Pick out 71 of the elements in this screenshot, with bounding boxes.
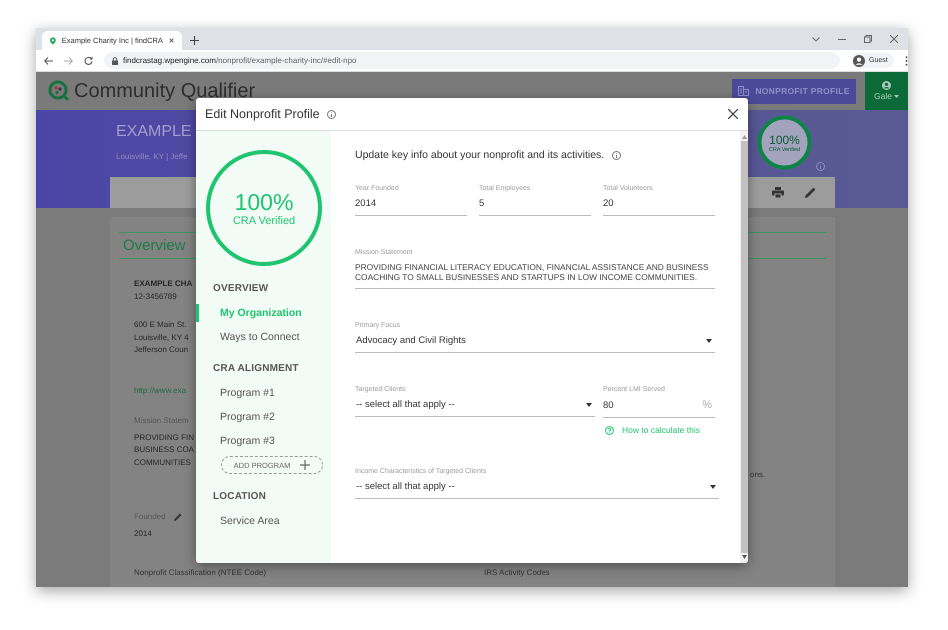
- print-icon[interactable]: [772, 187, 784, 198]
- intro-text: Update key info about your nonprofit and its activities.: [355, 149, 604, 161]
- user-icon: [882, 81, 891, 90]
- mission-text-line: BUSINESS COA: [134, 445, 194, 454]
- mission-text-line: COMMUNITIES: [134, 458, 191, 466]
- dialog-title: Edit Nonprofit Profile: [205, 107, 320, 121]
- scroll-down-icon[interactable]: [742, 555, 746, 559]
- address-line: 600 E Main St.: [134, 320, 186, 329]
- body-text: ons.: [750, 470, 766, 479]
- close-icon[interactable]: [168, 37, 174, 44]
- organization-name: EXAMPLE CHA: [134, 279, 192, 288]
- restore-icon[interactable]: [864, 35, 872, 43]
- organization-title: EXAMPLE: [116, 123, 192, 141]
- progress-ring: [756, 114, 813, 171]
- chevron-down-icon[interactable]: [812, 36, 820, 42]
- forward-arrow-icon[interactable]: [64, 56, 73, 64]
- reload-icon[interactable]: [84, 56, 93, 65]
- pencil-icon[interactable]: [174, 513, 182, 522]
- scroll-up-icon[interactable]: [742, 135, 746, 139]
- site-title: Community Qualifier: [74, 80, 256, 102]
- avatar-icon: [853, 54, 865, 66]
- dropdown[interactable]: -- select all that apply --: [355, 399, 595, 417]
- input-field[interactable]: 2014: [355, 198, 467, 216]
- address-line: Jefferson Coun: [134, 345, 188, 354]
- field-label: IRS Activity Codes: [484, 568, 550, 577]
- nav-item[interactable]: Program #3: [196, 432, 331, 450]
- building-icon: [738, 86, 750, 96]
- pencil-icon[interactable]: [805, 187, 816, 198]
- nav-item[interactable]: Program #2: [196, 408, 331, 426]
- user-menu-button[interactable]: Gale: [865, 72, 908, 110]
- scrollbar[interactable]: [740, 131, 748, 563]
- close-icon[interactable]: [890, 35, 898, 43]
- input-field[interactable]: 5: [479, 198, 591, 216]
- section-title: Overview: [123, 237, 186, 254]
- menu-dots-icon[interactable]: [904, 56, 908, 66]
- info-icon[interactable]: [326, 110, 336, 118]
- nav-heading: OVERVIEW: [212, 283, 270, 294]
- dropdown[interactable]: -- select all that apply --: [355, 481, 719, 499]
- address-bar[interactable]: findcrastag.wpengine.com/nonprofit/example-charity-inc/#edit-npo: [104, 52, 840, 69]
- dropdown[interactable]: Advocacy and Civil Rights: [355, 335, 715, 353]
- address-line: Louisville, KY 4: [134, 332, 189, 342]
- map-pin-icon: [50, 36, 56, 46]
- input-field[interactable]: 80 %: [603, 399, 715, 418]
- percent-text: 100%: [769, 132, 800, 146]
- minimize-icon[interactable]: [838, 38, 846, 40]
- plus-icon: [300, 460, 310, 470]
- logo-icon: [48, 80, 70, 102]
- field-value: 2014: [134, 528, 152, 538]
- caret-icon: [706, 338, 712, 342]
- nav-heading: CRA ALIGNMENT: [212, 363, 300, 374]
- caret-icon: [586, 402, 592, 406]
- verified-caption: CRA Verified: [232, 215, 296, 227]
- close-icon[interactable]: [728, 109, 738, 119]
- nav-heading: LOCATION: [212, 491, 268, 502]
- nav-item[interactable]: Program #1: [196, 384, 331, 402]
- question-icon: [605, 426, 614, 434]
- percent-text: 100%: [234, 189, 294, 215]
- input-field[interactable]: 20: [603, 198, 715, 216]
- info-icon[interactable]: [612, 150, 622, 160]
- caret-icon: [894, 94, 899, 98]
- back-arrow-icon[interactable]: [44, 56, 53, 64]
- caret-icon: [710, 484, 716, 488]
- location-text: Louisville, KY | Jeffe: [116, 152, 189, 161]
- ein-number: 12-3456789: [134, 292, 177, 300]
- lock-icon: [112, 56, 118, 64]
- field-label: Nonprofit Classification (NTEE Code): [134, 568, 268, 577]
- mission-text-line: PROVIDING FIN: [134, 432, 194, 442]
- plus-icon[interactable]: [190, 36, 199, 45]
- nav-item[interactable]: Ways to Connect: [196, 328, 331, 346]
- text-area[interactable]: PROVIDING FINANCIAL LITERACY EDUCATION, FINANCIAL ASSISTANCE AND BUSINESS COACHING TO SMALL BUSINESSES AND STARTUPS IN LOW INCOME COMMUNITIES.: [355, 262, 715, 289]
- nav-item[interactable]: Service Area: [196, 512, 331, 530]
